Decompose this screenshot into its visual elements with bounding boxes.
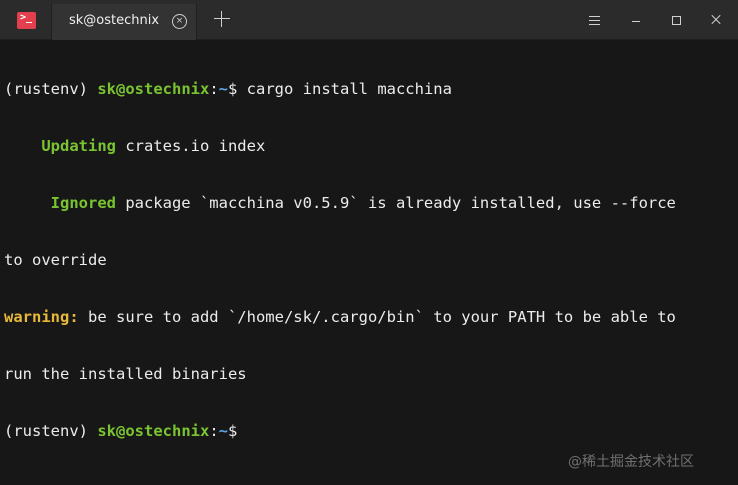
terminal-line-warning: warning: be sure to add `/home/sk/.cargo… (4, 308, 676, 326)
minimize-icon[interactable] (630, 14, 642, 26)
terminal-output[interactable]: (rustenv) sk@ostechnix:~$ cargo install … (4, 42, 734, 442)
hamburger-menu-icon[interactable] (589, 15, 600, 26)
tab-title: sk@ostechnix (69, 13, 160, 28)
prompt-path: ~ (218, 422, 228, 440)
terminal-app-icon: > (17, 12, 36, 29)
tab-close-icon[interactable]: × (172, 14, 187, 29)
tab-sk-ostechnix[interactable]: sk@ostechnix × (51, 4, 197, 40)
prompt-user: sk@ostechnix (97, 422, 210, 440)
title-bar: > sk@ostechnix × (0, 0, 738, 40)
terminal-line-ignored: Ignored package `macchina v0.5.9` is alr… (4, 194, 676, 212)
terminal-line-prompt-2: (rustenv) sk@ostechnix:~$ (4, 422, 238, 440)
prompt-path: ~ (218, 80, 228, 98)
watermark: @稀土掘金技术社区 (568, 454, 694, 470)
command-text: cargo install macchina (246, 80, 452, 98)
maximize-icon[interactable] (670, 14, 682, 26)
terminal-line-updating: Updating crates.io index (4, 137, 266, 155)
prompt-user: sk@ostechnix (97, 80, 210, 98)
terminal-line-warning-cont: run the installed binaries (4, 365, 247, 383)
terminal-window: > sk@ostechnix × (rustenv) sk@ostechnix:… (0, 0, 738, 485)
new-tab-plus-icon[interactable] (213, 10, 231, 28)
terminal-line-prompt-1: (rustenv) sk@ostechnix:~$ cargo install … (4, 80, 452, 98)
terminal-line-ignored-cont: to override (4, 251, 107, 269)
close-window-icon[interactable] (710, 14, 722, 26)
